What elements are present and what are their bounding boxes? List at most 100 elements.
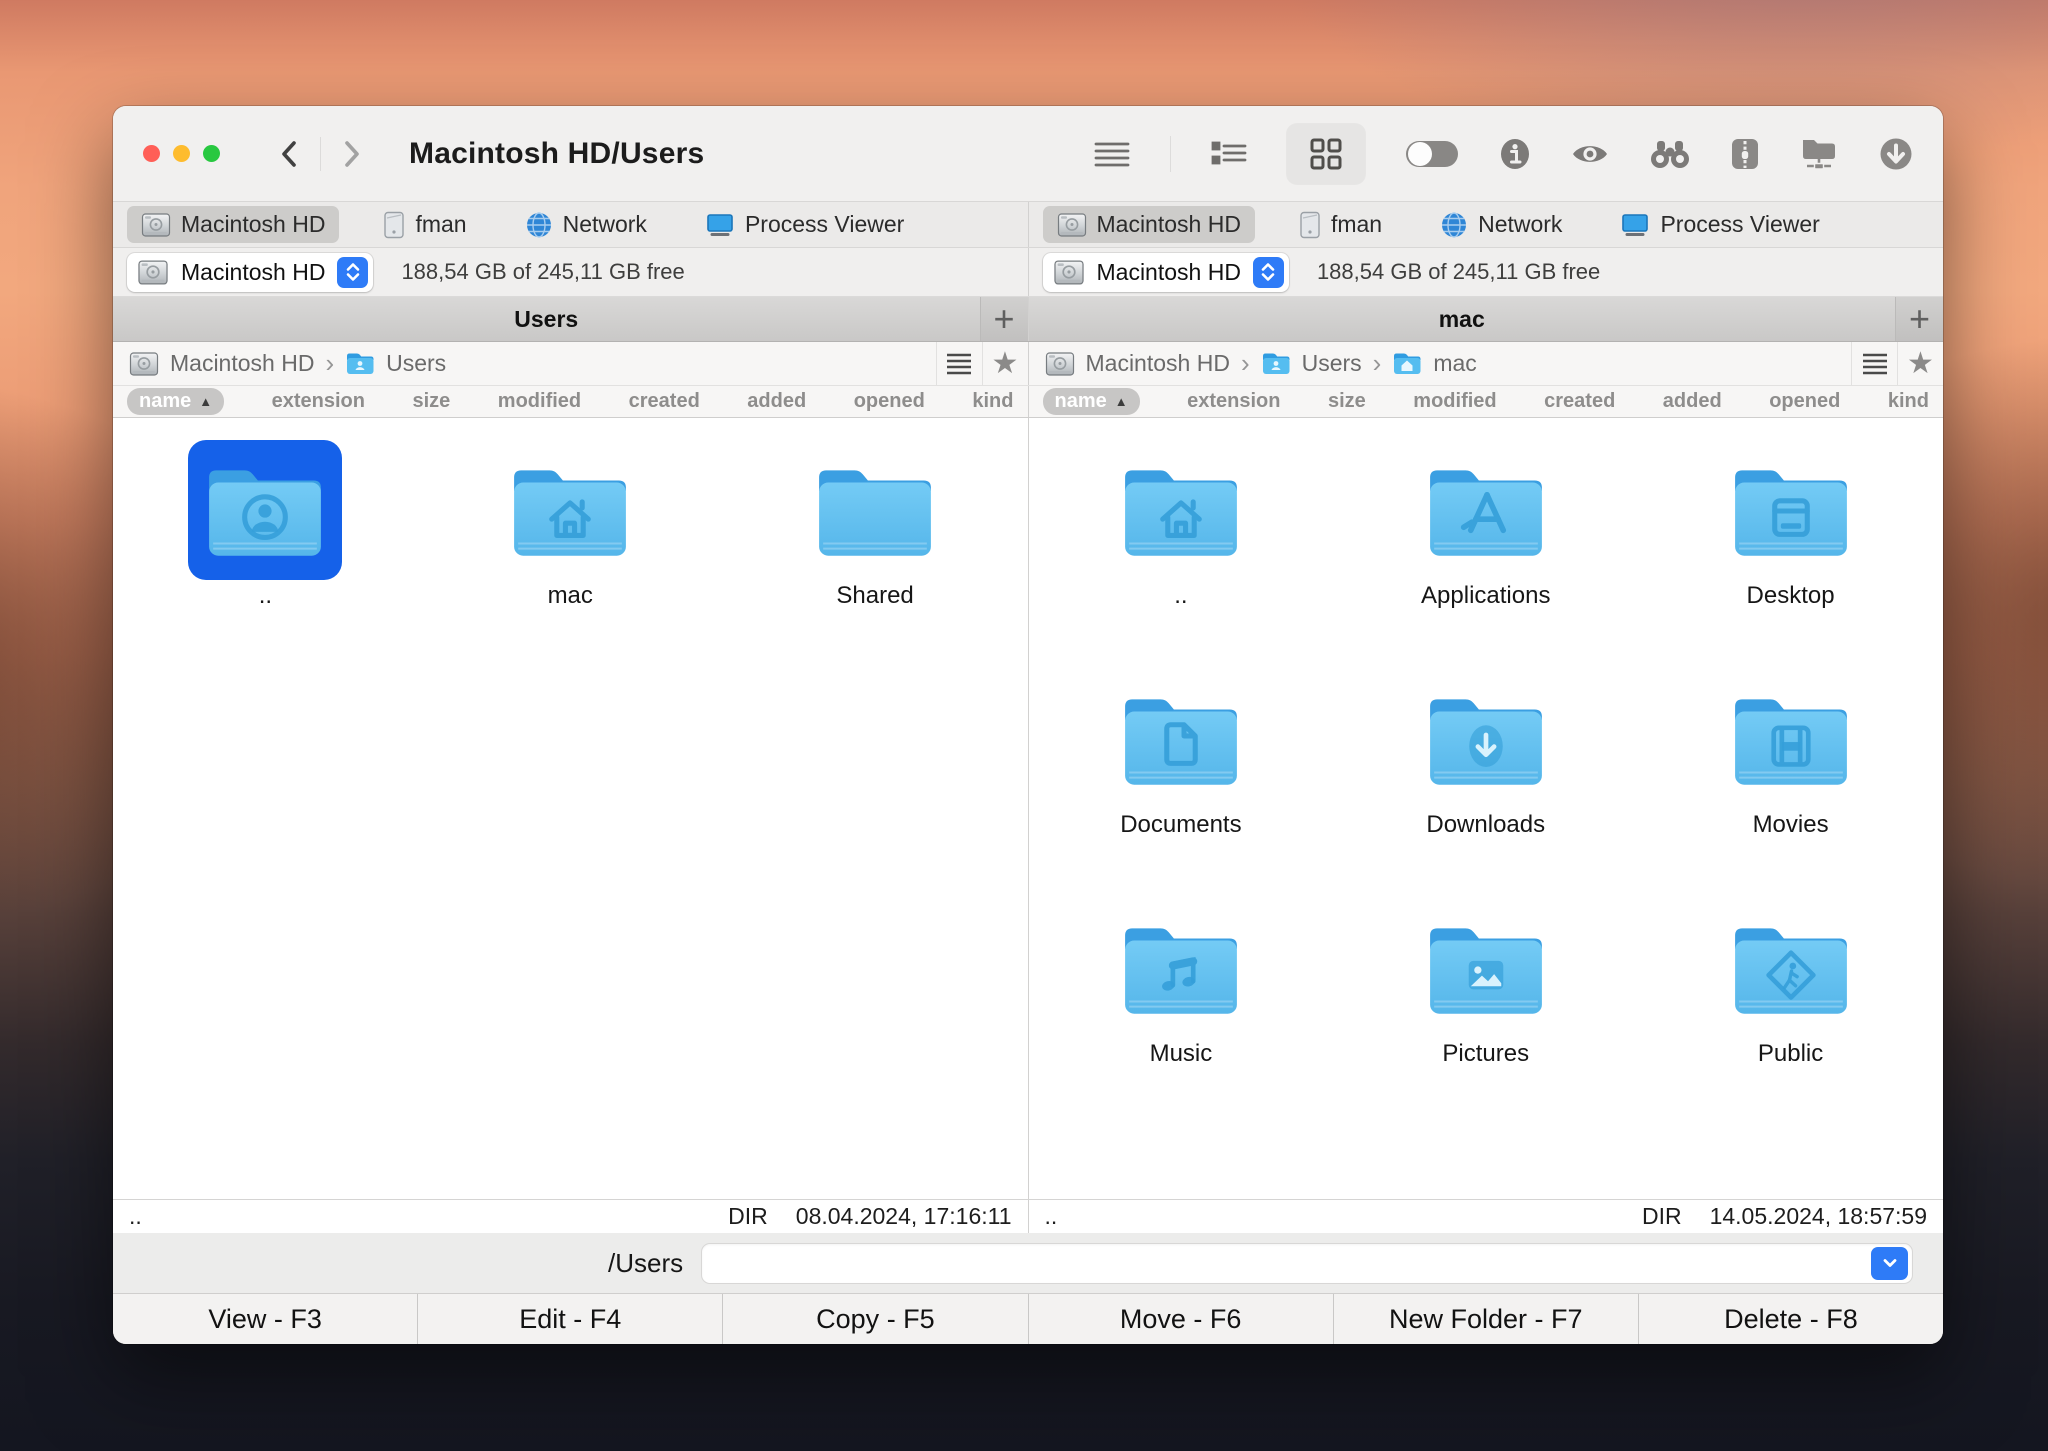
tab-process-viewer[interactable]: Process Viewer bbox=[691, 206, 918, 243]
back-button[interactable] bbox=[278, 139, 300, 169]
file-label: Music bbox=[1150, 1040, 1213, 1068]
breadcrumb[interactable]: Macintosh HD Users bbox=[113, 348, 936, 379]
view-mode-button[interactable] bbox=[1851, 342, 1897, 385]
file-item-parent[interactable]: .. bbox=[113, 432, 418, 661]
drive-stepper-button[interactable] bbox=[1253, 257, 1284, 288]
breadcrumb[interactable]: Macintosh HD Users mac bbox=[1029, 348, 1852, 379]
tab-fman[interactable]: fman bbox=[1285, 206, 1396, 244]
command-bar: /Users bbox=[113, 1233, 1943, 1293]
status-kind: DIR bbox=[1642, 1203, 1682, 1230]
file-item-mac[interactable]: mac bbox=[418, 432, 723, 661]
column-opened[interactable]: opened bbox=[854, 390, 925, 413]
zoom-button[interactable] bbox=[203, 145, 220, 162]
file-item-public[interactable]: Public bbox=[1638, 890, 1943, 1119]
breadcrumb-segment[interactable]: Macintosh HD bbox=[1086, 350, 1230, 377]
tab-network[interactable]: Network bbox=[511, 206, 661, 244]
column-header-row: name▲ extension size modified created ad… bbox=[113, 386, 1943, 418]
tab-fman[interactable]: fman bbox=[369, 206, 480, 244]
drive-selector[interactable]: Macintosh HD bbox=[127, 253, 373, 292]
file-item-shared[interactable]: Shared bbox=[723, 432, 1028, 661]
file-item-music[interactable]: Music bbox=[1029, 890, 1334, 1119]
status-selected-name: .. bbox=[129, 1203, 728, 1230]
file-label: Applications bbox=[1421, 582, 1550, 610]
hard-drive-icon bbox=[137, 259, 169, 286]
view-mode-button[interactable] bbox=[936, 342, 982, 385]
tab-macintosh-hd[interactable]: Macintosh HD bbox=[127, 206, 339, 243]
free-space-label: 188,54 GB of 245,11 GB free bbox=[401, 259, 684, 285]
column-created[interactable]: created bbox=[629, 390, 700, 413]
file-item-parent[interactable]: .. bbox=[1029, 432, 1334, 661]
folder-music-icon bbox=[1119, 918, 1243, 1018]
column-kind[interactable]: kind bbox=[972, 390, 1013, 413]
column-added[interactable]: added bbox=[1663, 390, 1722, 413]
menu-icon[interactable] bbox=[1094, 141, 1130, 167]
column-extension[interactable]: extension bbox=[272, 390, 365, 413]
hard-drive-icon bbox=[1053, 259, 1085, 286]
copy-f5-button[interactable]: Copy - F5 bbox=[722, 1294, 1027, 1344]
grid-view-icon[interactable] bbox=[1287, 124, 1365, 184]
download-icon[interactable] bbox=[1879, 137, 1913, 171]
command-input[interactable] bbox=[706, 1249, 1871, 1277]
column-added[interactable]: added bbox=[747, 390, 806, 413]
file-item-desktop[interactable]: Desktop bbox=[1638, 432, 1943, 661]
network-folder-icon[interactable] bbox=[1799, 137, 1839, 171]
breadcrumb-segment[interactable]: Macintosh HD bbox=[170, 350, 314, 377]
tab-macintosh-hd[interactable]: Macintosh HD bbox=[1043, 206, 1255, 243]
traffic-lights bbox=[143, 145, 220, 162]
file-item-pictures[interactable]: Pictures bbox=[1333, 890, 1638, 1119]
star-icon bbox=[992, 346, 1019, 381]
favorites-button[interactable] bbox=[982, 342, 1028, 385]
binoculars-icon[interactable] bbox=[1649, 139, 1691, 169]
column-size[interactable]: size bbox=[1328, 390, 1366, 413]
hard-drive-icon bbox=[1045, 351, 1075, 377]
delete-f8-button[interactable]: Delete - F8 bbox=[1638, 1294, 1943, 1344]
file-label: Desktop bbox=[1747, 582, 1835, 610]
view-f3-button[interactable]: View - F3 bbox=[113, 1294, 417, 1344]
column-modified[interactable]: modified bbox=[498, 390, 581, 413]
edit-f4-button[interactable]: Edit - F4 bbox=[417, 1294, 722, 1344]
pane-title: mac bbox=[1029, 306, 1896, 333]
column-kind[interactable]: kind bbox=[1888, 390, 1929, 413]
new-folder-f7-button[interactable]: New Folder - F7 bbox=[1333, 1294, 1638, 1344]
column-size[interactable]: size bbox=[412, 390, 450, 413]
column-name-sorted[interactable]: name▲ bbox=[127, 388, 224, 415]
forward-button[interactable] bbox=[341, 139, 363, 169]
column-opened[interactable]: opened bbox=[1769, 390, 1840, 413]
file-item-downloads[interactable]: Downloads bbox=[1333, 661, 1638, 890]
add-tab-button[interactable] bbox=[1895, 297, 1943, 341]
move-f6-button[interactable]: Move - F6 bbox=[1028, 1294, 1333, 1344]
favorites-button[interactable] bbox=[1897, 342, 1943, 385]
sort-asc-icon: ▲ bbox=[1115, 394, 1128, 409]
file-label: Movies bbox=[1753, 811, 1829, 839]
eye-icon[interactable] bbox=[1571, 141, 1609, 167]
add-tab-button[interactable] bbox=[980, 297, 1028, 341]
file-manager-window: Macintosh HD/Users bbox=[113, 106, 1943, 1344]
column-name-sorted[interactable]: name▲ bbox=[1043, 388, 1140, 415]
column-created[interactable]: created bbox=[1544, 390, 1615, 413]
tab-process-viewer[interactable]: Process Viewer bbox=[1606, 206, 1833, 243]
drive-selector[interactable]: Macintosh HD bbox=[1043, 253, 1289, 292]
info-icon[interactable] bbox=[1499, 138, 1531, 170]
breadcrumb-segment[interactable]: mac bbox=[1433, 350, 1476, 377]
drive-row: Macintosh HD 188,54 GB of 245,11 GB free… bbox=[113, 248, 1943, 297]
minimize-button[interactable] bbox=[173, 145, 190, 162]
close-button[interactable] bbox=[143, 145, 160, 162]
toggle-icon[interactable] bbox=[1405, 139, 1459, 169]
file-label: .. bbox=[1174, 582, 1187, 610]
zip-icon[interactable] bbox=[1731, 138, 1759, 170]
file-label: mac bbox=[548, 582, 593, 610]
tab-network[interactable]: Network bbox=[1426, 206, 1576, 244]
command-history-button[interactable] bbox=[1871, 1247, 1908, 1280]
tab-label: fman bbox=[1331, 211, 1382, 238]
column-modified[interactable]: modified bbox=[1413, 390, 1496, 413]
list-view-icon[interactable] bbox=[1211, 140, 1247, 168]
drive-name: Macintosh HD bbox=[1097, 259, 1241, 286]
breadcrumb-segment[interactable]: Users bbox=[1302, 350, 1362, 377]
file-item-movies[interactable]: Movies bbox=[1638, 661, 1943, 890]
column-extension[interactable]: extension bbox=[1187, 390, 1280, 413]
file-item-applications[interactable]: Applications bbox=[1333, 432, 1638, 661]
file-label: Pictures bbox=[1442, 1040, 1529, 1068]
breadcrumb-segment[interactable]: Users bbox=[386, 350, 446, 377]
drive-stepper-button[interactable] bbox=[337, 257, 368, 288]
file-item-documents[interactable]: Documents bbox=[1029, 661, 1334, 890]
